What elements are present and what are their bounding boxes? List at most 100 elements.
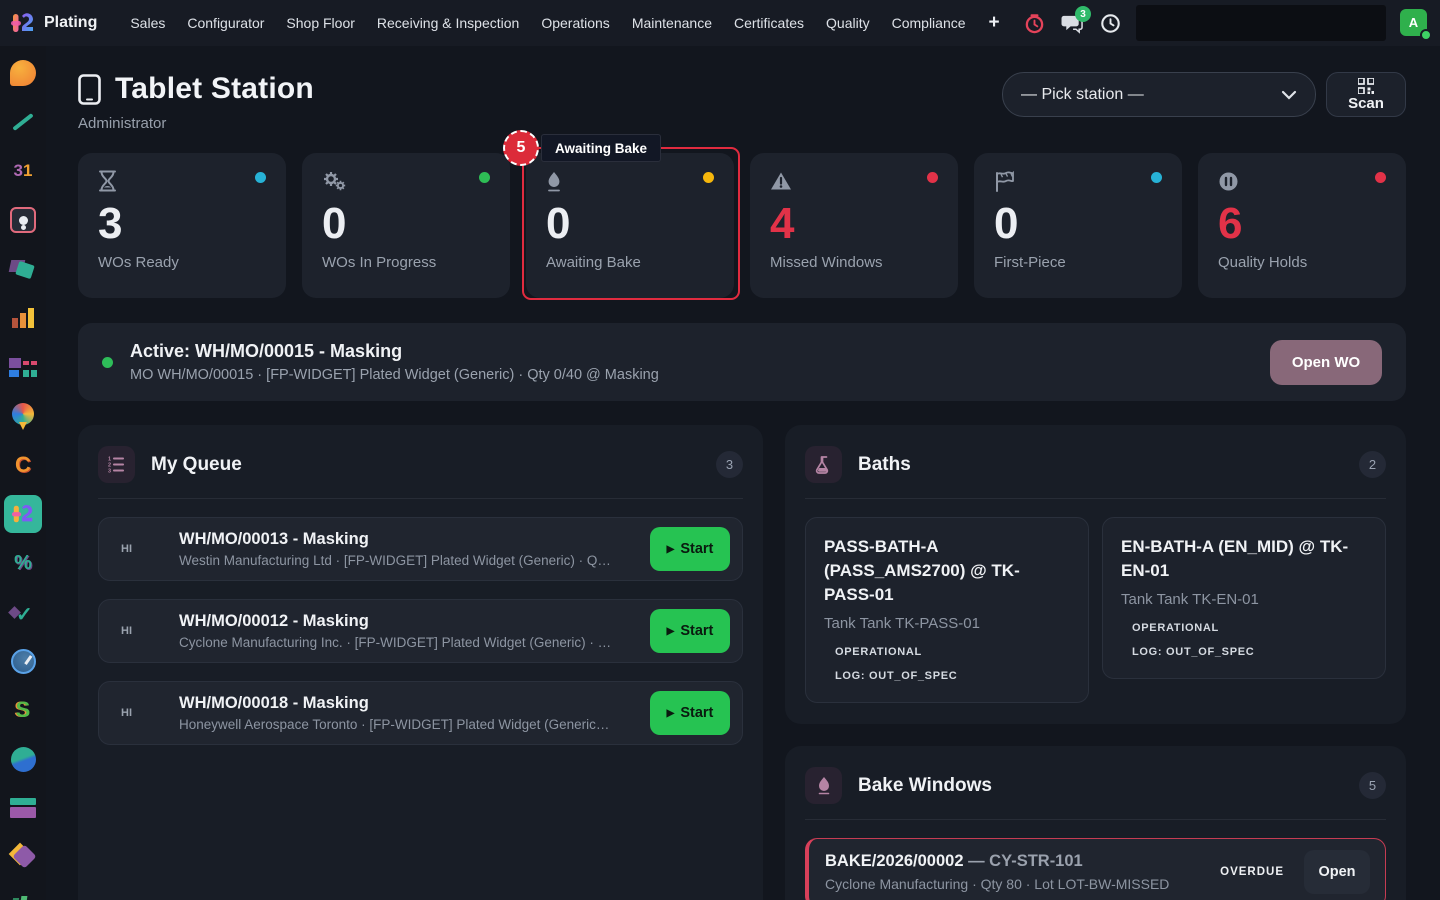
queue-list: HI WH/MO/00013 - Masking Westin Manufactur… [98,517,743,745]
bath-card[interactable]: PASS-BATH-A (PASS_AMS2700) @ TK-PASS-01 T… [805,517,1089,704]
station-picker-select[interactable]: — Pick station — [1002,72,1316,117]
app-brand[interactable]: Plating [10,10,97,36]
angled-bars-icon [10,896,34,900]
qr-code-icon [1358,77,1374,94]
timer-icon[interactable] [1022,11,1046,35]
start-button[interactable]: ▶ Start [650,691,730,735]
nav-item-quality[interactable]: Quality [815,9,881,37]
my-queue-panel: 123 My Queue 3 HI WH/MO/00013 - Masking We… [78,425,763,900]
divider [805,819,1386,821]
nav-item-compliance[interactable]: Compliance [881,9,977,37]
flask-icon [805,446,842,483]
kpi-value: 0 [322,199,347,248]
queue-row-title: WH/MO/00018 - Masking [179,694,369,712]
queue-row-subtitle: Honeywell Aerospace Toronto · [FP-WIDGET… [179,717,610,732]
active-wo-banner: Active: WH/MO/00015 - Masking MO WH/MO/0… [78,323,1406,401]
queue-row[interactable]: HI WH/MO/00012 - Masking Cyclone Manufactu… [98,599,743,663]
sidebar-app-surveys[interactable]: S [4,691,42,729]
baths-panel: Baths 2 PASS-BATH-A (PASS_AMS2700) @ TK-… [785,425,1406,725]
start-button-label: Start [680,623,714,639]
sidebar-app-todo[interactable]: ✓ [4,593,42,631]
nav-item-maintenance[interactable]: Maintenance [621,9,723,37]
svg-text:3: 3 [108,469,111,474]
sidebar-app-hexagon[interactable] [4,838,42,876]
sidebar-app-angled-bars[interactable] [4,887,42,900]
kpi-value: 0 [546,199,571,248]
page-title: Tablet Station [115,72,314,105]
annotation-badge-5: 5 [503,130,539,166]
bake-row-ref-part: — CY-STR-101 [963,852,1083,871]
user-avatar[interactable]: A [1400,9,1432,41]
kpi-value: 6 [1218,199,1243,248]
open-button[interactable]: Open [1304,850,1370,895]
bake-window-row[interactable]: BAKE/2026/00002 — CY-STR-101 Cyclone Manu… [805,838,1386,900]
nav-item-certificates[interactable]: Certificates [723,9,815,37]
sidebar-app-c-app[interactable]: C [4,446,42,484]
sidebar-app-notes[interactable] [4,103,42,141]
messages-icon[interactable]: 3 [1060,6,1091,35]
open-wo-button[interactable]: Open WO [1270,339,1382,385]
bath-status: OPERATIONAL [835,646,922,659]
pause-icon [1218,170,1386,192]
scan-button[interactable]: Scan [1326,72,1406,117]
systray-search-box[interactable] [1136,5,1386,41]
kpi-card-first-piece[interactable]: 0 First-Piece [974,153,1182,298]
main-content: Tablet Station Administrator — Pick stat… [46,46,1440,900]
map-pin-icon [12,402,34,430]
active-wo-title: Active: WH/MO/00015 - Masking [130,341,403,361]
app-brand-name: Plating [44,14,98,31]
start-button[interactable]: ▶ Start [650,609,730,653]
sidebar-app-crm[interactable] [4,250,42,288]
percent-icon: % [14,551,32,574]
sidebar-app-percent[interactable]: % [4,544,42,582]
sidebar-app-bar-chart[interactable] [4,299,42,337]
hexagon-icon [8,842,37,869]
sidebar-app-dashboard-blocks[interactable] [4,348,42,386]
crm-icon [8,258,36,280]
queue-row[interactable]: HI WH/MO/00018 - Masking Honeywell Aerospa… [98,681,743,745]
sidebar-app-clock[interactable] [4,642,42,680]
kpi-card-wos-ready[interactable]: 3 WOs Ready [78,153,286,298]
start-button[interactable]: ▶ Start [650,527,730,571]
nav-item-shop-floor[interactable]: Shop Floor [275,9,365,37]
kpi-card-missed-windows[interactable]: 4 Missed Windows [750,153,958,298]
scan-button-label: Scan [1348,94,1384,112]
kpi-value: 3 [98,199,123,248]
sidebar-app-stacked-bars[interactable] [4,789,42,827]
sidebar-app-contacts[interactable] [4,201,42,239]
bath-title: EN-BATH-A (EN_MID) @ TK-EN-01 [1121,537,1349,581]
flame-icon [546,170,714,192]
sidebar-app-sphere[interactable] [4,740,42,778]
warning-icon [770,170,938,192]
divider [805,498,1386,499]
my-queue-count-badge: 3 [716,451,743,478]
nav-item-receiving-inspection[interactable]: Receiving & Inspection [366,9,530,37]
sidebar-app-map-pin[interactable] [4,397,42,435]
new-tab-plus-button[interactable]: + [977,10,1012,36]
sidebar-app-plating-active[interactable] [4,495,42,533]
bath-card[interactable]: EN-BATH-A (EN_MID) @ TK-EN-01 Tank Tank T… [1102,517,1386,680]
kpi-card-quality-holds[interactable]: 6 Quality Holds [1198,153,1406,298]
chevron-down-icon [1281,90,1297,100]
queue-row-text: WH/MO/00013 - Masking Westin Manufacturin… [179,530,650,568]
queue-row-subtitle: Westin Manufacturing Ltd · [FP-WIDGET] P… [179,553,611,568]
priority-badge: HI [121,543,132,555]
kpi-card-wos-in-progress[interactable]: 0 WOs In Progress [302,153,510,298]
plating-active-icon [11,502,35,526]
baths-count-badge: 2 [1359,451,1386,478]
status-dot [479,172,490,183]
nav-item-operations[interactable]: Operations [530,9,620,37]
sidebar-app-discuss[interactable] [4,54,42,92]
nav-item-configurator[interactable]: Configurator [176,9,275,37]
my-queue-title: My Queue [151,453,242,475]
priority-badge: HI [121,625,132,637]
nav-item-sales[interactable]: Sales [119,9,176,37]
kpi-card-awaiting-bake[interactable]: 0 Awaiting Bake [526,153,734,298]
sidebar-app-calendar[interactable]: 31 [4,152,42,190]
baths-grid: PASS-BATH-A (PASS_AMS2700) @ TK-PASS-01 T… [805,517,1386,704]
bake-windows-title: Bake Windows [858,774,992,796]
kpi-label: WOs Ready [98,254,179,272]
status-dot [927,172,938,183]
activities-clock-icon[interactable] [1098,11,1122,35]
queue-row[interactable]: HI WH/MO/00013 - Masking Westin Manufactur… [98,517,743,581]
